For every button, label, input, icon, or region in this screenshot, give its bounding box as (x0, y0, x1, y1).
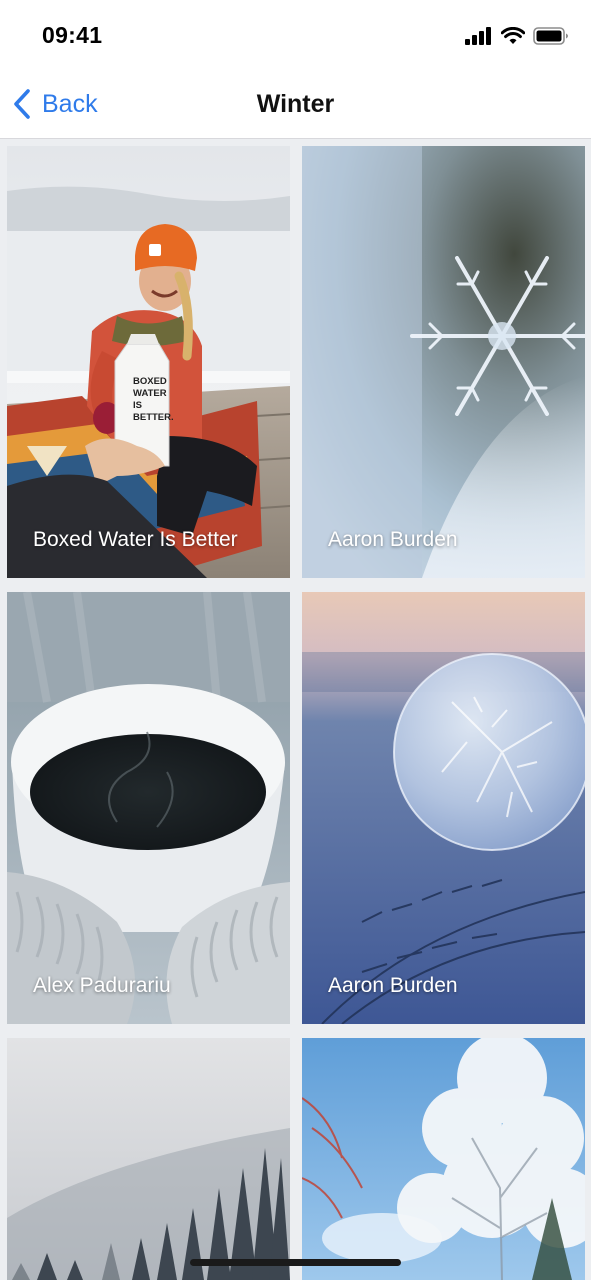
status-icons (465, 26, 569, 46)
photo-tile[interactable]: Aaron Burden (302, 146, 585, 578)
battery-icon (533, 27, 568, 45)
status-bar: 09:41 (0, 0, 591, 70)
carton-text-3: IS (133, 400, 142, 411)
photo-image (302, 146, 585, 578)
page-title: Winter (256, 90, 335, 118)
photo-tile[interactable]: Aaron Burden (302, 592, 585, 1024)
cellular-signal-icon (465, 27, 491, 45)
photo-caption: Aaron Burden (328, 974, 458, 997)
photo-caption: Boxed Water Is Better (33, 528, 238, 551)
home-indicator[interactable] (190, 1259, 401, 1266)
photo-tile[interactable] (7, 1038, 290, 1280)
screen: 09:41 Back Winter BOXED WATER IS BETTER.… (0, 0, 591, 1280)
carton-text-4: BETTER. (133, 412, 174, 423)
navigation-bar: Back Winter (0, 70, 591, 139)
photo-tile[interactable]: Alex Padurariu (7, 592, 290, 1024)
carton-text-1: BOXED (133, 376, 167, 387)
wifi-icon (501, 27, 525, 44)
photo-tile[interactable] (302, 1038, 585, 1280)
photo-image (7, 1038, 290, 1280)
photo-image (302, 1038, 585, 1280)
photo-tile[interactable]: BOXED WATER IS BETTER. Boxed Water Is Be… (7, 146, 290, 578)
photo-image (302, 592, 585, 1024)
photo-grid: BOXED WATER IS BETTER. Boxed Water Is Be… (0, 139, 591, 1280)
photo-caption: Alex Padurariu (33, 974, 171, 997)
photo-caption: Aaron Burden (328, 528, 458, 551)
carton-text-2: WATER (133, 388, 167, 399)
photo-image: BOXED WATER IS BETTER. (7, 146, 290, 578)
status-time: 09:41 (42, 22, 103, 48)
photo-image (7, 592, 290, 1024)
